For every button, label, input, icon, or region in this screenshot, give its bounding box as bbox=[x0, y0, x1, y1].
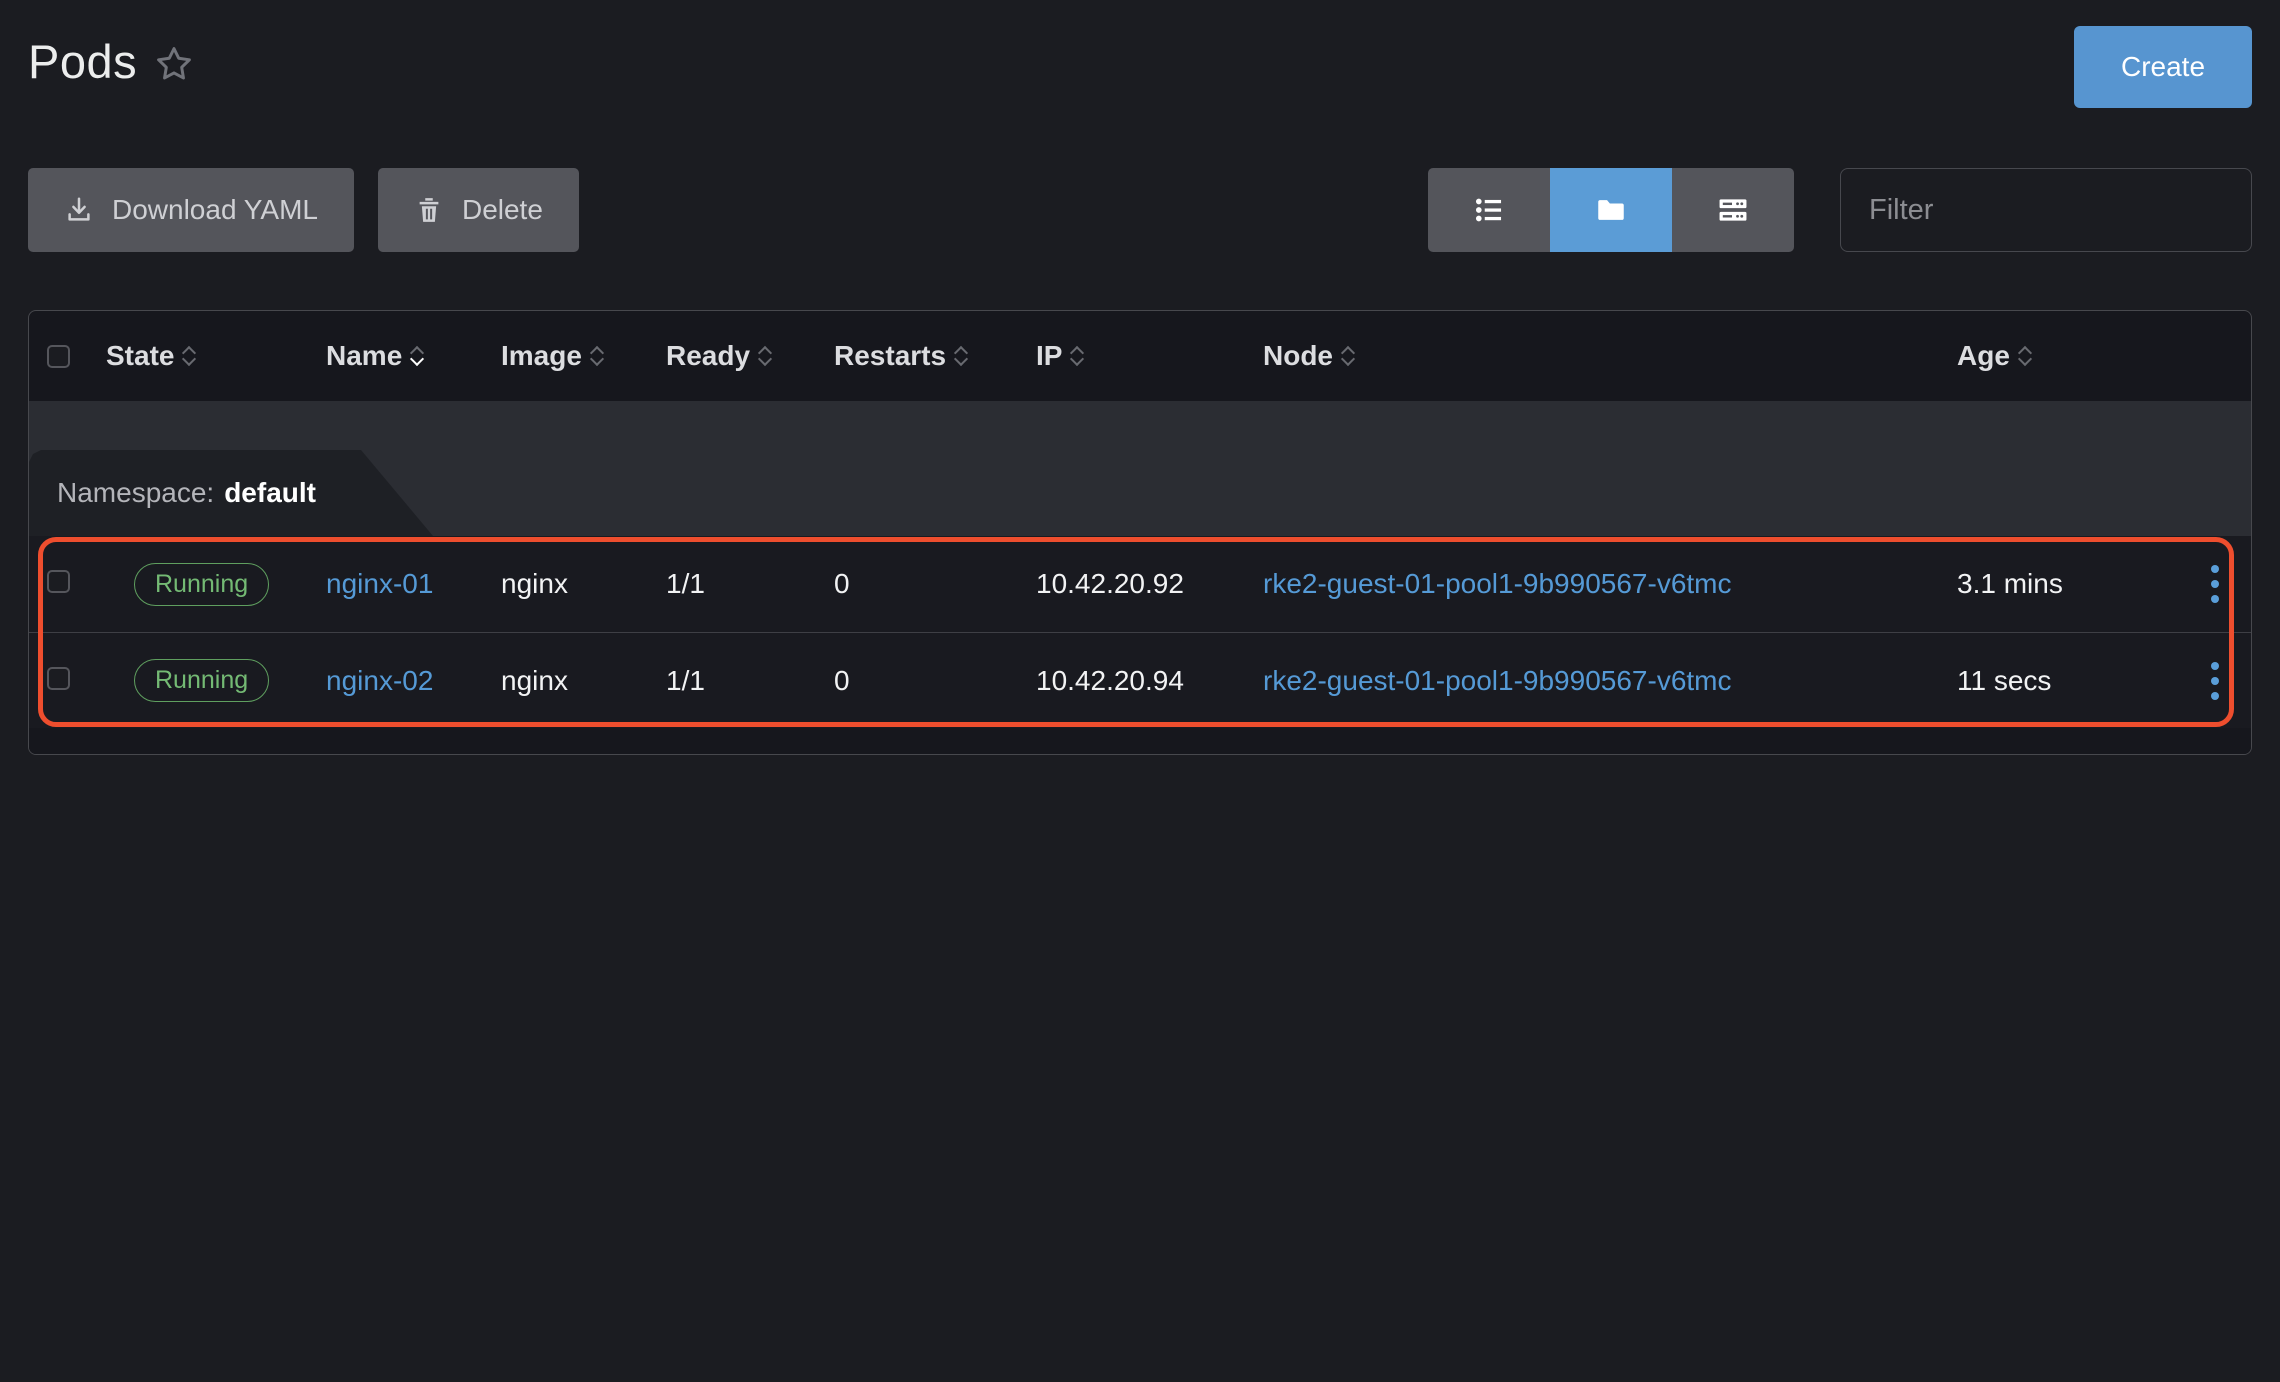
create-button[interactable]: Create bbox=[2074, 26, 2252, 108]
column-label: Name bbox=[326, 340, 402, 372]
column-header-ip[interactable]: IP bbox=[1036, 340, 1263, 372]
age-cell: 11 secs bbox=[1957, 665, 2191, 697]
sort-icon bbox=[760, 348, 770, 364]
node-link[interactable]: rke2-guest-01-pool1-9b990567-v6tmc bbox=[1263, 665, 1732, 696]
column-label: Restarts bbox=[834, 340, 946, 372]
delete-label: Delete bbox=[462, 194, 543, 226]
pod-name-link[interactable]: nginx-02 bbox=[326, 665, 433, 696]
delete-button[interactable]: Delete bbox=[378, 168, 579, 252]
node-link[interactable]: rke2-guest-01-pool1-9b990567-v6tmc bbox=[1263, 568, 1732, 599]
toolbar: Download YAML Delete bbox=[28, 168, 2252, 252]
column-label: Ready bbox=[666, 340, 750, 372]
row-actions-kebab-icon[interactable] bbox=[2195, 565, 2235, 603]
column-header-name[interactable]: Name bbox=[326, 340, 501, 372]
view-mode-toggle bbox=[1428, 168, 1794, 252]
list-icon bbox=[1472, 193, 1506, 227]
sort-icon-active bbox=[412, 348, 422, 364]
column-label: Age bbox=[1957, 340, 2010, 372]
status-badge: Running bbox=[134, 659, 269, 702]
restarts-cell: 0 bbox=[834, 568, 1036, 600]
column-header-state[interactable]: State bbox=[106, 340, 326, 372]
image-cell: nginx bbox=[501, 665, 666, 697]
column-label: State bbox=[106, 340, 174, 372]
table-body: Running nginx-01 nginx 1/1 0 10.42.20.92… bbox=[29, 536, 2251, 728]
table-row-nginx-02: Running nginx-02 nginx 1/1 0 10.42.20.94… bbox=[29, 632, 2251, 728]
download-icon bbox=[64, 195, 94, 225]
folder-view-button[interactable] bbox=[1550, 168, 1672, 252]
ip-cell: 10.42.20.94 bbox=[1036, 665, 1263, 697]
pods-page: Pods Create Download YAML Delete bbox=[0, 0, 2280, 755]
pod-name-link[interactable]: nginx-01 bbox=[326, 568, 433, 599]
filter-input[interactable] bbox=[1840, 168, 2252, 252]
table-row-nginx-01: Running nginx-01 nginx 1/1 0 10.42.20.92… bbox=[29, 536, 2251, 632]
ready-cell: 1/1 bbox=[666, 568, 834, 600]
ip-cell: 10.42.20.92 bbox=[1036, 568, 1263, 600]
pods-table: State Name Image Ready Restarts IP bbox=[28, 310, 2252, 755]
sort-icon bbox=[1343, 348, 1353, 364]
column-label: Node bbox=[1263, 340, 1333, 372]
namespace-group-tab: Namespace: default bbox=[29, 450, 439, 536]
sort-icon bbox=[956, 348, 966, 364]
restarts-cell: 0 bbox=[834, 665, 1036, 697]
column-header-restarts[interactable]: Restarts bbox=[834, 340, 1036, 372]
row-actions-kebab-icon[interactable] bbox=[2195, 662, 2235, 700]
folder-icon bbox=[1594, 193, 1628, 227]
download-yaml-label: Download YAML bbox=[112, 194, 318, 226]
namespace-value: default bbox=[224, 477, 316, 509]
select-all-checkbox[interactable] bbox=[47, 345, 70, 368]
flat-list-icon bbox=[1716, 193, 1750, 227]
favorite-star-icon[interactable] bbox=[153, 43, 195, 85]
list-view-button[interactable] bbox=[1428, 168, 1550, 252]
page-title: Pods bbox=[28, 34, 137, 89]
status-badge: Running bbox=[134, 563, 269, 606]
column-header-image[interactable]: Image bbox=[501, 340, 666, 372]
column-header-age[interactable]: Age bbox=[1957, 340, 2191, 372]
sort-icon bbox=[592, 348, 602, 364]
age-cell: 3.1 mins bbox=[1957, 568, 2191, 600]
trash-icon bbox=[414, 195, 444, 225]
page-header: Pods Create bbox=[28, 0, 2252, 110]
table-header-row: State Name Image Ready Restarts IP bbox=[29, 311, 2251, 401]
namespace-group-band: Namespace: default bbox=[29, 401, 2251, 536]
sort-icon bbox=[184, 348, 194, 364]
row-checkbox[interactable] bbox=[47, 667, 70, 690]
column-header-ready[interactable]: Ready bbox=[666, 340, 834, 372]
namespace-label: Namespace: bbox=[57, 477, 214, 509]
row-checkbox[interactable] bbox=[47, 570, 70, 593]
column-label: Image bbox=[501, 340, 582, 372]
download-yaml-button[interactable]: Download YAML bbox=[28, 168, 354, 252]
image-cell: nginx bbox=[501, 568, 666, 600]
sort-icon bbox=[2020, 348, 2030, 364]
column-header-node[interactable]: Node bbox=[1263, 340, 1957, 372]
flat-list-view-button[interactable] bbox=[1672, 168, 1794, 252]
ready-cell: 1/1 bbox=[666, 665, 834, 697]
column-label: IP bbox=[1036, 340, 1062, 372]
sort-icon bbox=[1072, 348, 1082, 364]
